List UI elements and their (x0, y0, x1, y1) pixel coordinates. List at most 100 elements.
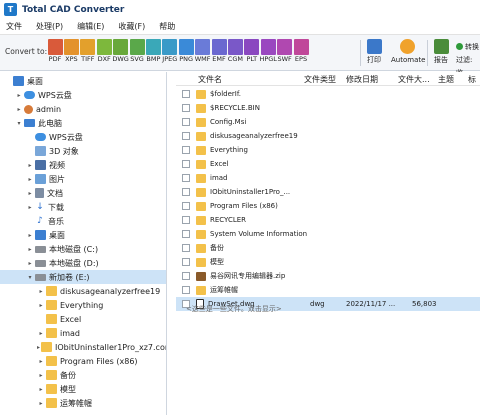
row-checkbox[interactable] (182, 90, 190, 98)
tree-item[interactable]: ▸ ↓ 下载 (0, 200, 166, 214)
expander-icon[interactable]: ▸ (26, 176, 34, 183)
expander-icon[interactable]: ▾ (26, 274, 34, 281)
row-checkbox[interactable] (182, 118, 190, 126)
row-checkbox[interactable] (182, 174, 190, 182)
report-button[interactable]: 报告 (431, 39, 451, 66)
expander-icon[interactable]: ▸ (37, 358, 45, 365)
tree-item[interactable]: ▸ 文档 (0, 186, 166, 200)
row-checkbox[interactable] (182, 272, 190, 280)
tree-item[interactable]: ▾ 此电脑 (0, 116, 166, 130)
file-row[interactable]: $RECYCLE.BIN (176, 101, 480, 115)
tree-item[interactable]: 3D 对象 (0, 144, 166, 158)
tree-item[interactable]: ▸ 图片 (0, 172, 166, 186)
expander-icon[interactable]: ▸ (26, 204, 34, 211)
row-checkbox[interactable] (182, 244, 190, 252)
tree-item[interactable]: ▸ Program Files (x86) (0, 354, 166, 368)
row-checkbox[interactable] (182, 258, 190, 266)
col-tag-header[interactable]: 标 (468, 74, 476, 85)
expander-icon[interactable]: ▸ (15, 92, 23, 99)
file-row[interactable]: 运筹帷幄 (176, 283, 480, 297)
user-icon (24, 104, 33, 114)
file-row[interactable]: diskusageanalyzerfree19 (176, 129, 480, 143)
tree-item[interactable]: 桌面 (0, 74, 166, 88)
file-row[interactable]: Config.Msi (176, 115, 480, 129)
file-row[interactable]: $folderIf. (176, 87, 480, 101)
menu-bar: 文件 处理(P) 编辑(E) 收藏(F) 帮助 (0, 19, 480, 35)
tree-item[interactable]: ▾ 新加卷 (E:) (0, 270, 166, 284)
menu-favorites[interactable]: 收藏(F) (118, 21, 145, 32)
file-row[interactable]: 易谷网讯专用编辑器.zip (176, 269, 480, 283)
row-checkbox[interactable] (182, 202, 190, 210)
expander-icon[interactable]: ▸ (37, 372, 45, 379)
tree-item[interactable]: ▸ diskusageanalyzerfree19 (0, 284, 166, 298)
automate-button[interactable]: Automate (391, 39, 425, 66)
expander-icon[interactable]: ▸ (26, 190, 34, 197)
tree-item[interactable]: ▸ 视频 (0, 158, 166, 172)
menu-process[interactable]: 处理(P) (36, 21, 63, 32)
tree-item[interactable]: ▸ 本地磁盘 (C:) (0, 242, 166, 256)
filter-label[interactable]: 过滤: (456, 54, 479, 67)
tree-item[interactable]: ▸ imad (0, 326, 166, 340)
col-date-header[interactable]: 修改日期 (346, 74, 378, 85)
tree-item[interactable]: ▸ 桌面 (0, 228, 166, 242)
cloud-icon (35, 133, 46, 141)
file-row[interactable]: IObitUninstaller1Pro_... (176, 185, 480, 199)
file-row[interactable]: Program Files (x86) (176, 199, 480, 213)
expander-icon[interactable]: ▸ (37, 344, 40, 351)
tree-item[interactable]: ▸ 模型 (0, 382, 166, 396)
col-name-header[interactable]: 文件名 (198, 74, 222, 85)
col-type-header[interactable]: 文件类型 (304, 74, 336, 85)
tree-item[interactable]: ▸ 备份 (0, 368, 166, 382)
file-row[interactable]: 备份 (176, 241, 480, 255)
hpgl-format-icon (260, 39, 276, 55)
tree-item[interactable]: ▸ IObitUninstaller1Pro_xz7.com (0, 340, 166, 354)
folder-icon (46, 398, 57, 408)
expander-icon[interactable]: ▸ (37, 386, 45, 393)
file-row[interactable]: Excel (176, 157, 480, 171)
expander-icon[interactable]: ▸ (26, 232, 34, 239)
folder-icon (46, 300, 57, 310)
row-checkbox[interactable] (182, 132, 190, 140)
expander-icon[interactable]: ▾ (15, 120, 23, 127)
file-row[interactable]: 模型 (176, 255, 480, 269)
file-row[interactable]: Everything (176, 143, 480, 157)
convert-eps-button[interactable]: EPS (293, 39, 309, 64)
row-checkbox[interactable] (182, 160, 190, 168)
menu-help[interactable]: 帮助 (159, 21, 175, 32)
expander-icon[interactable]: ▸ (37, 288, 45, 295)
tree-item[interactable]: ▸ WPS云盘 (0, 88, 166, 102)
file-name: Config.Msi (210, 118, 247, 126)
row-checkbox[interactable] (182, 286, 190, 294)
file-row[interactable]: imad (176, 171, 480, 185)
row-checkbox[interactable] (182, 104, 190, 112)
file-name: Everything (210, 146, 248, 154)
file-size: 56,803 (412, 300, 437, 308)
row-checkbox[interactable] (182, 188, 190, 196)
tree-item[interactable]: WPS云盘 (0, 130, 166, 144)
tree-item[interactable]: ▸ Everything (0, 298, 166, 312)
tree-item[interactable]: ▸ 本地磁盘 (D:) (0, 256, 166, 270)
menu-file[interactable]: 文件 (6, 21, 22, 32)
expander-icon[interactable]: ▸ (37, 302, 45, 309)
tree-item[interactable]: ▸ 运筹帷幄 (0, 396, 166, 410)
row-checkbox[interactable] (182, 216, 190, 224)
expander-icon[interactable]: ▸ (37, 400, 45, 407)
col-size-header[interactable]: 文件大... (398, 74, 430, 85)
tree-item[interactable]: Excel (0, 312, 166, 326)
row-checkbox[interactable] (182, 146, 190, 154)
menu-edit[interactable]: 编辑(E) (77, 21, 104, 32)
print-button[interactable]: 打印 (364, 39, 384, 66)
col-subject-header[interactable]: 主题 (438, 74, 454, 85)
tree-item[interactable]: ▸ admin (0, 102, 166, 116)
convert-action[interactable]: 转换 (456, 41, 479, 54)
row-checkbox[interactable] (182, 230, 190, 238)
expander-icon[interactable]: ▸ (15, 106, 23, 113)
convert-icon (456, 43, 463, 50)
expander-icon[interactable]: ▸ (26, 162, 34, 169)
tree-item[interactable]: ♪ 音乐 (0, 214, 166, 228)
expander-icon[interactable]: ▸ (26, 246, 34, 253)
file-row[interactable]: RECYCLER (176, 213, 480, 227)
expander-icon[interactable]: ▸ (26, 260, 34, 267)
expander-icon[interactable]: ▸ (37, 330, 45, 337)
file-row[interactable]: System Volume Information (176, 227, 480, 241)
